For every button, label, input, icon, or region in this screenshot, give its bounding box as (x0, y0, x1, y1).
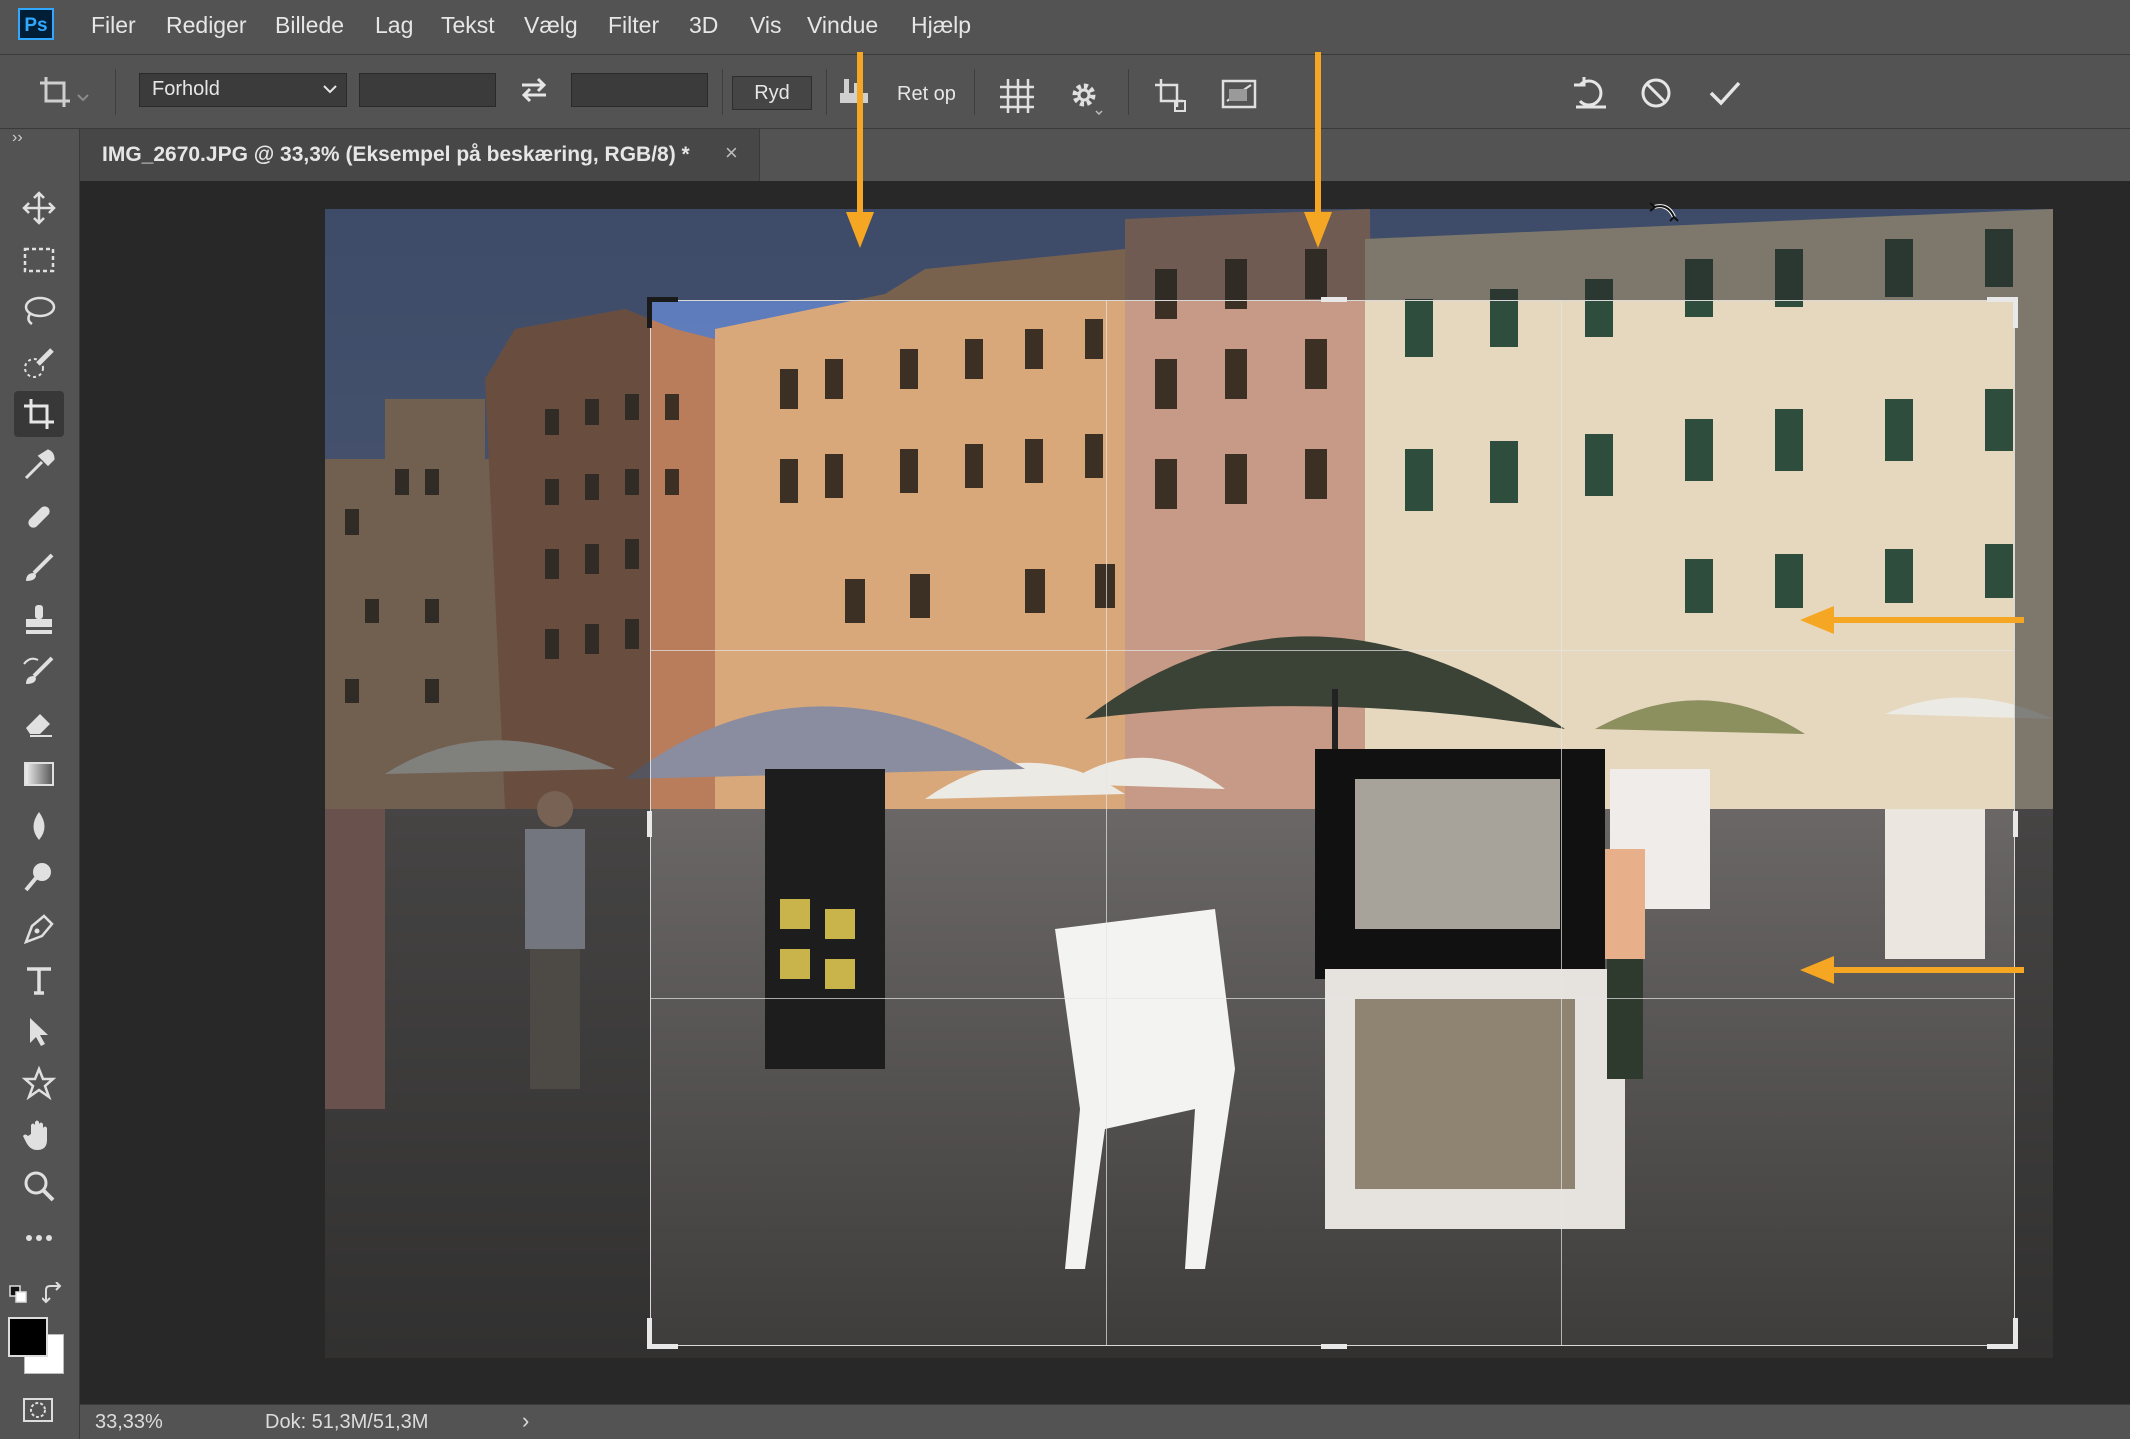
annotation-arrow-down (1301, 52, 1335, 252)
close-icon[interactable]: × (725, 140, 738, 166)
crop-handle-bottom-left[interactable] (647, 1318, 678, 1349)
menu-rediger[interactable]: Rediger (166, 12, 247, 39)
status-menu-arrow[interactable]: › (522, 1408, 529, 1434)
options-bar: Forhold Ryd Ret op (0, 54, 2130, 129)
crop-shield-top (325, 209, 2053, 300)
path-select-icon[interactable] (14, 1009, 64, 1055)
type-icon[interactable] (14, 957, 64, 1003)
photoshop-logo: Ps (18, 8, 54, 40)
overlay-grid-icon[interactable] (998, 77, 1038, 117)
panel-collapse-toggle[interactable]: ›› (12, 129, 23, 147)
quick-select-icon[interactable] (14, 340, 64, 386)
quick-mask-icon[interactable] (22, 1397, 54, 1423)
menu-vis[interactable]: Vis (750, 12, 782, 39)
annotation-arrow-left (1798, 953, 2024, 987)
tools-panel: ›› (0, 129, 80, 1439)
zoom-icon[interactable] (14, 1163, 64, 1209)
ratio-select-value: Forhold (152, 78, 220, 100)
photo-canvas[interactable] (325, 209, 2053, 1358)
gradient-icon[interactable] (14, 751, 64, 797)
ratio-select[interactable]: Forhold (139, 73, 347, 107)
menu-vindue[interactable]: Vindue (807, 12, 878, 39)
menu-filter[interactable]: Filter (608, 12, 659, 39)
chevron-down-icon (322, 76, 338, 102)
marquee-icon[interactable] (14, 237, 64, 283)
clear-button[interactable]: Ryd (732, 76, 812, 110)
width-field[interactable] (359, 73, 496, 107)
more-icon[interactable] (14, 1215, 64, 1261)
crop-frame[interactable] (647, 297, 2018, 1349)
crop-handle-top-left[interactable] (647, 297, 678, 328)
move-icon[interactable] (14, 185, 64, 231)
annotation-arrow-down (843, 52, 877, 252)
crop-handle-top[interactable] (1321, 297, 1347, 302)
zoom-level[interactable]: 33,33% (95, 1411, 163, 1434)
crop-handle-bottom[interactable] (1321, 1344, 1347, 1349)
menu-vaelg[interactable]: Vælg (524, 12, 578, 39)
eyedropper-icon[interactable] (14, 442, 64, 488)
document-tab-bar: IMG_2670.JPG @ 33,3% (Eksempel på beskær… (80, 129, 2130, 181)
canvas-area[interactable] (80, 181, 2130, 1404)
lasso-icon[interactable] (14, 288, 64, 334)
content-aware-icon[interactable] (1221, 77, 1259, 113)
menu-tekst[interactable]: Tekst (441, 12, 495, 39)
foreground-color-swatch[interactable] (8, 1317, 48, 1357)
menu-3d[interactable]: 3D (689, 12, 718, 39)
crop-handle-bottom-right[interactable] (1987, 1318, 2018, 1349)
height-field[interactable] (571, 73, 708, 107)
reset-icon[interactable] (1572, 75, 1610, 111)
crop-shield-bottom (325, 1346, 2053, 1358)
menu-billede[interactable]: Billede (275, 12, 344, 39)
document-tab-title: IMG_2670.JPG @ 33,3% (Eksempel på beskær… (102, 143, 690, 166)
gear-icon[interactable] (1068, 79, 1104, 115)
dodge-icon[interactable] (14, 854, 64, 900)
healing-icon[interactable] (14, 494, 64, 540)
crop-grid-line (651, 998, 2014, 999)
delete-cropped-icon[interactable] (1153, 77, 1189, 113)
menu-hjaelp[interactable]: Hjælp (911, 12, 971, 39)
crop-handle-right[interactable] (2013, 811, 2018, 837)
eraser-icon[interactable] (14, 700, 64, 746)
status-bar: 33,33% Dok: 51,3M/51,3M › (80, 1404, 2130, 1439)
crop-preset-icon[interactable] (36, 73, 92, 113)
swap-icon[interactable] (516, 75, 552, 105)
stamp-icon[interactable] (14, 597, 64, 643)
cancel-icon[interactable] (1638, 75, 1674, 111)
crop-handle-left[interactable] (647, 811, 652, 837)
crop-icon[interactable] (14, 391, 64, 437)
hand-icon[interactable] (14, 1112, 64, 1158)
swap-colors-icon[interactable] (42, 1282, 66, 1306)
history-brush-icon[interactable] (14, 648, 64, 694)
brush-icon[interactable] (14, 545, 64, 591)
blur-icon[interactable] (14, 803, 64, 849)
rotate-cursor-icon (1648, 197, 1682, 231)
menu-lag[interactable]: Lag (375, 12, 413, 39)
doc-size: Dok: 51,3M/51,3M (265, 1411, 429, 1433)
menu-filer[interactable]: Filer (91, 12, 136, 39)
commit-check-icon[interactable] (1707, 75, 1743, 111)
crop-grid-line (1106, 301, 1107, 1345)
default-colors-icon[interactable] (8, 1284, 32, 1308)
crop-handle-top-right[interactable] (1987, 297, 2018, 328)
annotation-arrow-left (1798, 603, 2024, 637)
pen-icon[interactable] (14, 906, 64, 952)
crop-shield-right (2015, 300, 2053, 1346)
crop-shield-left (325, 300, 650, 1346)
crop-grid-line (1561, 301, 1562, 1345)
straighten-label[interactable]: Ret op (897, 83, 956, 106)
menu-bar: Ps Filer Rediger Billede Lag Tekst Vælg … (0, 0, 2130, 54)
crop-grid-line (651, 650, 2014, 651)
custom-shape-icon[interactable] (14, 1060, 64, 1106)
document-tab[interactable]: IMG_2670.JPG @ 33,3% (Eksempel på beskær… (80, 129, 760, 181)
